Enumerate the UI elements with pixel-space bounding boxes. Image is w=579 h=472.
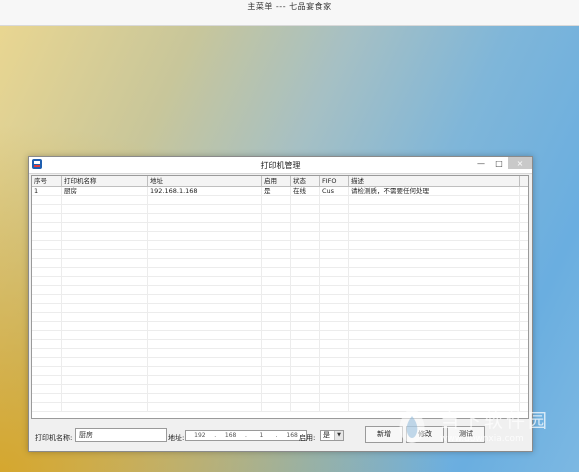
watermark-text: 当下软件园 [440,410,551,432]
table-row-empty[interactable] [32,376,528,385]
column-header-desc[interactable]: 描述 [349,176,520,186]
chevron-down-icon[interactable]: ▼ [334,431,343,440]
cell-status: 在线 [291,187,320,195]
column-header-index[interactable]: 序号 [32,176,62,186]
table-row-empty[interactable] [32,205,528,214]
ip-octet-3[interactable]: 1 [248,431,276,440]
enabled-label: 启用: [299,434,316,442]
table-row-empty[interactable] [32,385,528,394]
window-title-bar[interactable]: 打印机管理 — □ × [29,157,532,174]
cell-address: 192.168.1.168 [148,187,262,195]
system-title-bar: 主菜单 --- 七品宴食家 [0,0,579,26]
table-row-empty[interactable] [32,214,528,223]
table-row-empty[interactable] [32,313,528,322]
table-row-empty[interactable] [32,304,528,313]
column-header-enabled[interactable]: 启用 [262,176,291,186]
column-header-name[interactable]: 打印机名称 [62,176,148,186]
printer-table[interactable]: 序号 打印机名称 地址 启用 状态 FIFO 描述 1 厨房 192.168.1… [31,175,529,419]
table-row-empty[interactable] [32,223,528,232]
watermark-logo-icon [399,406,425,443]
minimize-button[interactable]: — [472,157,490,169]
enabled-select-value: 是 [323,431,330,439]
cell-desc: 请检测质，不需要任何处理 [349,187,520,195]
column-header-status[interactable]: 状态 [291,176,320,186]
table-row-empty[interactable] [32,322,528,331]
enabled-select[interactable]: 是 ▼ [320,430,344,441]
system-title: 主菜单 --- 七品宴食家 [247,2,332,11]
cell-name: 厨房 [62,187,148,195]
table-row-empty[interactable] [32,232,528,241]
ip-address-input[interactable]: 192 . 168 . 1 . 168 [185,430,307,441]
ip-octet-1[interactable]: 192 [186,431,214,440]
window-controls: — □ × [472,157,532,171]
table-row-empty[interactable] [32,277,528,286]
table-row-empty[interactable] [32,358,528,367]
table-row-empty[interactable] [32,349,528,358]
table-row[interactable]: 1 厨房 192.168.1.168 是 在线 Cus 请检测质，不需要任何处理 [32,187,528,196]
table-row-empty[interactable] [32,367,528,376]
cell-enabled: 是 [262,187,291,195]
table-row-empty[interactable] [32,340,528,349]
ip-octet-2[interactable]: 168 [217,431,245,440]
column-header-filler [520,176,528,186]
column-header-address[interactable]: 地址 [148,176,262,186]
table-body: 1 厨房 192.168.1.168 是 在线 Cus 请检测质，不需要任何处理 [32,187,528,418]
address-label: 地址: [168,434,185,442]
printer-name-input[interactable]: 厨房 [75,428,167,442]
window-title: 打印机管理 [260,161,301,170]
watermark-url: www.downxia.com [440,434,524,444]
table-row-empty[interactable] [32,250,528,259]
table-row-empty[interactable] [32,268,528,277]
cell-fifo: Cus [320,187,349,195]
restore-button[interactable]: □ [490,157,508,169]
printer-name-label: 打印机名称: [35,434,73,442]
table-row-empty[interactable] [32,394,528,403]
close-button[interactable]: × [508,157,532,169]
table-row-empty[interactable] [32,241,528,250]
table-header: 序号 打印机名称 地址 启用 状态 FIFO 描述 [32,176,528,187]
table-row-empty[interactable] [32,286,528,295]
table-row-empty[interactable] [32,196,528,205]
table-row-empty[interactable] [32,295,528,304]
table-row-empty[interactable] [32,331,528,340]
cell-index: 1 [32,187,62,195]
column-header-fifo[interactable]: FIFO [320,176,349,186]
table-row-empty[interactable] [32,259,528,268]
